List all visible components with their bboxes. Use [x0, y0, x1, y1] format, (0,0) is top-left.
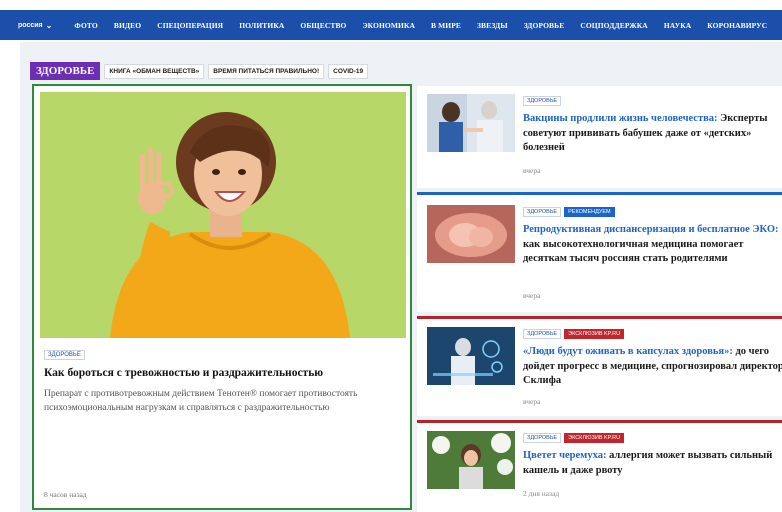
- nav-item-foto[interactable]: ФОТО: [74, 21, 98, 30]
- nav-item-health[interactable]: ЗДОРОВЬЕ: [524, 21, 565, 30]
- allergy-photo[interactable]: [427, 431, 515, 489]
- badge-exclusive[interactable]: ЭКСКЛЮЗИВ KP.RU: [564, 433, 625, 443]
- featured-rubric[interactable]: ЗДОРОВЬЕ: [44, 350, 85, 360]
- card-date: вчера: [523, 166, 541, 175]
- card-headline[interactable]: Цветет черемуха: аллергия может вызвать …: [523, 449, 782, 478]
- baby-hands-photo[interactable]: [427, 205, 515, 263]
- badge-rubric[interactable]: ЗДОРОВЬЕ: [523, 96, 562, 106]
- nav-item-politics[interactable]: ПОЛИТИКА: [239, 21, 284, 30]
- nav-item-stars[interactable]: ЗВЕЗДЫ: [477, 21, 508, 30]
- nav-item-specoperation[interactable]: СПЕЦОПЕРАЦИЯ: [157, 21, 223, 30]
- news-card-health-capsules[interactable]: ЗДОРОВЬЕ ЭКСКЛЮЗИВ KP.RU «Люди будут ожи…: [417, 316, 782, 416]
- region-label: россия: [18, 21, 43, 29]
- nav-item-economy[interactable]: ЭКОНОМИКА: [363, 21, 416, 30]
- card-badges: ЗДОРОВЬЕ: [523, 96, 564, 106]
- card-date: 2 дня назад: [523, 489, 560, 498]
- card-headline[interactable]: «Люди будут оживать в капсулах здоровья»…: [523, 345, 782, 389]
- card-headline-highlight: Вакцины продлили жизнь человечества:: [523, 113, 718, 124]
- nav-item-society[interactable]: ОБЩЕСТВО: [300, 21, 346, 30]
- tag-book[interactable]: КНИГА «ОБМАН ВЕЩЕСТВ»: [104, 63, 205, 79]
- tag-covid[interactable]: COVID-19: [328, 63, 369, 79]
- nav-item-video[interactable]: ВИДЕО: [114, 21, 141, 30]
- card-headline[interactable]: Вакцины продлили жизнь человечества: Экс…: [523, 112, 782, 156]
- featured-timestamp: 8 часов назад: [44, 490, 87, 499]
- badge-exclusive[interactable]: ЭКСКЛЮЗИВ KP.RU: [564, 329, 625, 339]
- featured-photo[interactable]: [40, 92, 406, 338]
- featured-headline[interactable]: Как бороться с тревожностью и раздражите…: [44, 366, 396, 381]
- region-selector[interactable]: россия ⌄: [0, 21, 52, 30]
- card-date: вчера: [523, 397, 541, 406]
- nav-item-coronavirus[interactable]: КОРОНАВИРУС: [707, 21, 767, 30]
- card-badges: ЗДОРОВЬЕ ЭКСКЛЮЗИВ KP.RU: [523, 433, 627, 443]
- chevron-down-icon: ⌄: [45, 20, 53, 30]
- woman-ok-gesture-image: [40, 92, 406, 338]
- section-header: ЗДОРОВЬЕ КНИГА «ОБМАН ВЕЩЕСТВ» ВРЕМЯ ПИТ…: [30, 62, 369, 80]
- badge-rubric[interactable]: ЗДОРОВЬЕ: [523, 207, 562, 217]
- card-date: вчера: [523, 291, 541, 300]
- card-headline-highlight: «Люди будут оживать в капсулах здоровья»…: [523, 346, 733, 357]
- featured-lead: Препарат с противотревожным действием Те…: [44, 389, 358, 413]
- top-navigation: россия ⌄ ФОТО ВИДЕО СПЕЦОПЕРАЦИЯ ПОЛИТИК…: [0, 10, 782, 40]
- nav-item-science[interactable]: НАУКА: [664, 21, 691, 30]
- badge-rubric[interactable]: ЗДОРОВЬЕ: [523, 329, 562, 339]
- news-card-bird-cherry[interactable]: ЗДОРОВЬЕ ЭКСКЛЮЗИВ KP.RU Цветет черемуха…: [417, 420, 782, 512]
- news-card-reproductive[interactable]: ЗДОРОВЬЕ РЕКОМЕНДУЕМ Репродуктивная дисп…: [417, 192, 782, 312]
- nav-item-world[interactable]: В МИРЕ: [431, 21, 461, 30]
- badge-recommended[interactable]: РЕКОМЕНДУЕМ: [564, 207, 615, 217]
- card-headline-highlight: Репродуктивная диспансеризация и бесплат…: [523, 224, 779, 235]
- news-card-vaccines[interactable]: ЗДОРОВЬЕ Вакцины продлили жизнь человече…: [417, 86, 782, 188]
- card-headline-rest: как высокотехнологичная медицина помогае…: [523, 238, 744, 265]
- featured-article[interactable]: ЗДОРОВЬЕ Как бороться с тревожностью и р…: [32, 84, 412, 510]
- nav-item-social-support[interactable]: СОЦПОДДЕРЖКА: [580, 21, 648, 30]
- card-badges: ЗДОРОВЬЕ ЭКСКЛЮЗИВ KP.RU: [523, 329, 627, 339]
- card-badges: ЗДОРОВЬЕ РЕКОМЕНДУЕМ: [523, 207, 618, 217]
- vaccine-photo[interactable]: [427, 94, 515, 152]
- tag-nutrition[interactable]: ВРЕМЯ ПИТАТЬСЯ ПРАВИЛЬНО!: [208, 63, 325, 79]
- section-title[interactable]: ЗДОРОВЬЕ: [30, 62, 101, 80]
- medical-tech-photo[interactable]: [427, 327, 515, 385]
- badge-rubric[interactable]: ЗДОРОВЬЕ: [523, 433, 562, 443]
- card-headline-highlight: Цветет черемуха:: [523, 450, 607, 461]
- card-headline[interactable]: Репродуктивная диспансеризация и бесплат…: [523, 223, 782, 267]
